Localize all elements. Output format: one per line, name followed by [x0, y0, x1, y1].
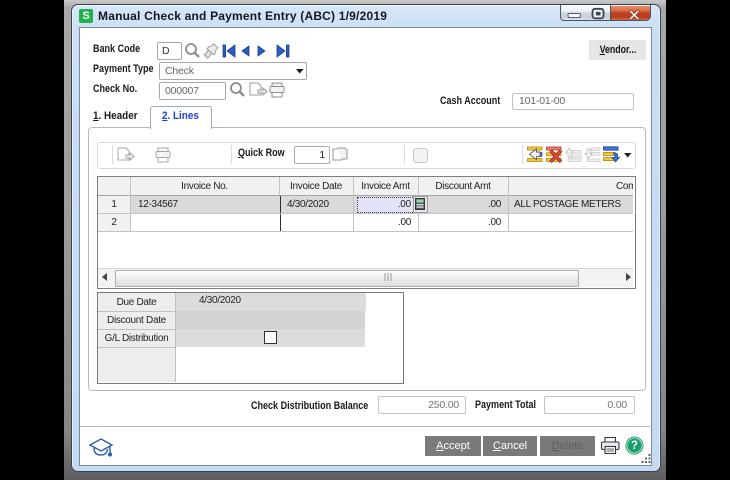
svg-text:?: ?	[631, 440, 638, 452]
